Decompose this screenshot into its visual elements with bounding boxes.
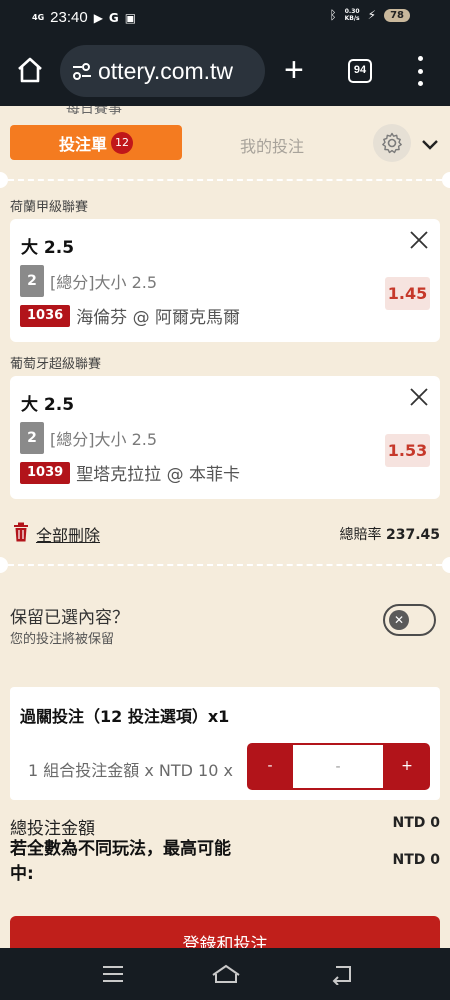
- max-win-label: 若全數為不同玩法，最高可能中:: [10, 839, 231, 884]
- tab-my-bets[interactable]: 我的投注: [210, 133, 334, 157]
- browser-toolbar: ottery.com.tw + 94: [0, 36, 450, 106]
- clock: 23:40: [50, 9, 88, 26]
- trash-icon[interactable]: [12, 522, 30, 542]
- new-tab-button[interactable]: +: [284, 50, 304, 90]
- bet-odds: 1.53: [385, 434, 430, 467]
- stake-stepper: - +: [247, 743, 430, 790]
- bet-match: 1039 聖塔克拉拉 @ 本菲卡: [20, 460, 240, 485]
- site-settings-icon[interactable]: [70, 59, 94, 83]
- total-odds: 總賠率 237.45: [340, 524, 440, 544]
- total-odds-label: 總賠率: [339, 527, 382, 543]
- match-teams: 海倫芬 @ 阿爾克馬爾: [76, 308, 240, 328]
- twitch-icon: ▣: [124, 10, 137, 25]
- total-stake-value: NTD 0: [392, 815, 440, 831]
- total-odds-value: 237.45: [385, 527, 440, 543]
- delete-all-link[interactable]: 全部刪除: [36, 522, 100, 546]
- bet-market: 2 [總分]大小 2.5: [20, 265, 157, 297]
- match-teams: 聖塔克拉拉 @ 本菲卡: [76, 465, 240, 485]
- market-label: [總分]大小 2.5: [50, 273, 158, 292]
- bet-card: 大 2.5 2 [總分]大小 2.5 1036 海倫芬 @ 阿爾克馬爾 1.45: [10, 219, 440, 342]
- match-code: 1036: [20, 304, 71, 327]
- decrease-button[interactable]: -: [247, 743, 293, 790]
- market-number: 2: [20, 422, 44, 454]
- page-content: 每日賽事 投注單 12 我的投注 荷蘭甲級聯賽 大 2.5 2 [總分]大小 2…: [0, 106, 450, 948]
- keep-selections-subtitle: 您的投注將被保留: [10, 632, 115, 647]
- home-nav-icon[interactable]: [211, 963, 241, 985]
- battery-indicator: 78: [384, 8, 410, 22]
- google-icon: G: [108, 10, 119, 25]
- bet-card: 大 2.5 2 [總分]大小 2.5 1039 聖塔克拉拉 @ 本菲卡 1.53: [10, 376, 440, 499]
- league-name: 葡萄牙超級聯賽: [10, 357, 102, 372]
- youtube-icon: ▶: [93, 10, 103, 25]
- net-speed: 0.30 KB/s: [344, 8, 360, 22]
- toggle-off-icon: ✕: [389, 610, 409, 630]
- bet-selection: 大 2.5: [21, 238, 75, 258]
- close-icon[interactable]: [408, 386, 430, 408]
- bet-odds: 1.45: [385, 277, 430, 310]
- match-code: 1039: [20, 461, 71, 484]
- betslip-actions: 全部刪除 總賠率 237.45: [10, 521, 440, 545]
- close-icon[interactable]: [408, 229, 430, 251]
- stake-input[interactable]: [293, 745, 383, 788]
- tab-betslip[interactable]: 投注單 12: [10, 125, 182, 160]
- bluetooth-icon: ᛒ: [329, 8, 337, 22]
- market-label: [總分]大小 2.5: [50, 430, 158, 449]
- gear-icon: [382, 132, 402, 154]
- signal-indicator: 4G: [32, 13, 45, 22]
- keep-selections-toggle[interactable]: ✕: [383, 604, 436, 636]
- bet-market: 2 [總分]大小 2.5: [20, 422, 157, 454]
- parlay-title: 過關投注（12 投注選項）x1: [20, 707, 230, 726]
- bet-match: 1036 海倫芬 @ 阿爾克馬爾: [20, 303, 240, 328]
- unit-stake-label: 1 組合投注金額 x NTD 10 x: [28, 761, 233, 780]
- tab-betslip-label: 投注單: [58, 134, 107, 154]
- settings-button[interactable]: [373, 124, 411, 162]
- url-text[interactable]: ottery.com.tw: [98, 58, 233, 85]
- market-number: 2: [20, 265, 44, 297]
- increase-button[interactable]: +: [384, 743, 430, 790]
- recent-apps-icon[interactable]: [101, 963, 125, 985]
- login-and-bet-button[interactable]: 登錄和投注: [10, 916, 440, 948]
- ticket-divider: [0, 172, 450, 188]
- betslip-count-badge: 12: [111, 131, 133, 154]
- max-win-value: NTD 0: [392, 852, 440, 868]
- charging-icon: ⚡: [367, 8, 377, 22]
- keep-selections-title: 保留已選內容？: [10, 608, 129, 628]
- back-icon[interactable]: [330, 963, 354, 985]
- betslip-tabs: 投注單 12 我的投注: [0, 116, 450, 176]
- parlay-panel: 過關投注（12 投注選項）x1 1 組合投注金額 x NTD 10 x - +: [10, 687, 440, 800]
- ticket-divider: [0, 557, 450, 573]
- browser-menu-button[interactable]: [412, 56, 428, 86]
- home-icon[interactable]: [14, 54, 46, 86]
- bet-selection: 大 2.5: [21, 395, 75, 415]
- league-name: 荷蘭甲級聯賽: [10, 200, 89, 215]
- tab-switcher-button[interactable]: 94: [348, 59, 372, 83]
- chevron-down-icon[interactable]: [420, 134, 440, 154]
- address-bar[interactable]: ottery.com.tw: [60, 45, 265, 97]
- status-bar: 4G 23:40 ▶ G ▣ ᛒ 0.30 KB/s ⚡ 78: [0, 0, 450, 36]
- total-stake-label: 總投注金額: [10, 819, 95, 839]
- system-nav-bar: [0, 948, 450, 1000]
